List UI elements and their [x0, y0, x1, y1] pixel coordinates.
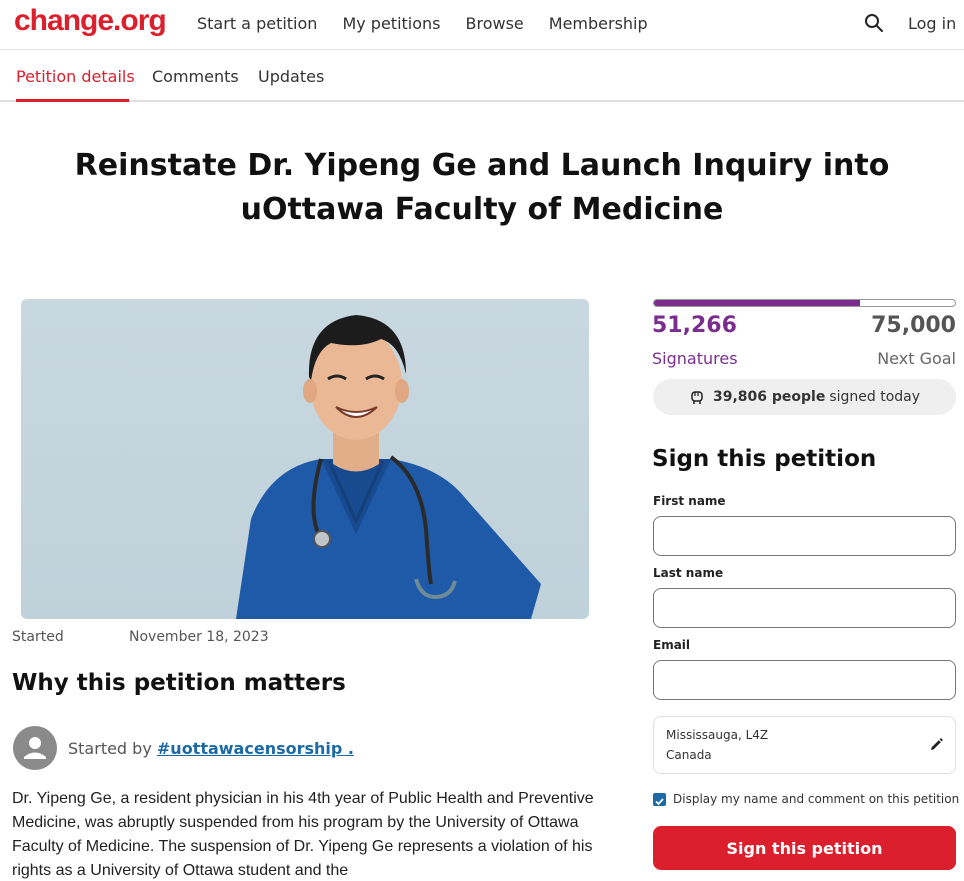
tab-comments[interactable]: Comments — [152, 67, 239, 86]
display-name-checkbox[interactable] — [653, 793, 666, 806]
tab-updates[interactable]: Updates — [258, 67, 324, 86]
petition-tabs: Petition details Comments Updates — [0, 51, 964, 102]
avatar — [13, 726, 57, 770]
tab-petition-details[interactable]: Petition details — [16, 67, 135, 86]
logo[interactable]: change.org — [14, 4, 167, 38]
signature-label: Signatures — [652, 349, 738, 368]
login-link[interactable]: Log in — [908, 14, 956, 33]
display-name-label: Display my name and comment on this peti… — [673, 792, 960, 806]
nav-browse[interactable]: Browse — [466, 14, 524, 33]
checkmark-icon — [655, 798, 664, 806]
location-box: Mississauga, L4Z Canada — [653, 716, 956, 774]
email-label: Email — [653, 638, 691, 652]
edit-pencil-icon[interactable] — [928, 737, 944, 753]
started-by-prefix: Started by — [68, 739, 152, 758]
petition-title: Reinstate Dr. Yipeng Ge and Launch Inqui… — [74, 148, 890, 227]
organizer-link[interactable]: #uottawacensorship . — [157, 739, 354, 758]
active-tab-indicator — [16, 99, 129, 102]
last-name-field[interactable] — [653, 588, 956, 628]
last-name-label: Last name — [653, 566, 724, 580]
started-date: November 18, 2023 — [129, 629, 269, 645]
location-city: Mississauga, L4Z — [666, 728, 769, 742]
signed-today-badge: 39,806 people signed today — [653, 379, 956, 415]
search-icon[interactable] — [864, 13, 884, 33]
signed-today-count: 39,806 people — [712, 389, 826, 405]
started-by: Started by #uottawacensorship . — [68, 739, 354, 758]
sign-heading: Sign this petition — [652, 446, 877, 472]
nav-my-petitions[interactable]: My petitions — [342, 14, 440, 33]
top-navbar: change.org Start a petition My petitions… — [0, 0, 964, 50]
goal-label: Next Goal — [877, 349, 956, 368]
first-name-field[interactable] — [653, 516, 956, 556]
why-heading: Why this petition matters — [12, 670, 346, 696]
signed-today-suffix: signed today — [829, 389, 921, 405]
location-country: Canada — [666, 748, 712, 762]
goal-count: 75,000 — [871, 313, 956, 338]
main-nav: Start a petition My petitions Browse Mem… — [197, 14, 673, 33]
started-label: Started — [12, 629, 64, 645]
email-field[interactable] — [653, 660, 956, 700]
petition-image — [21, 299, 589, 619]
sign-petition-button[interactable]: Sign this petition — [653, 826, 956, 870]
petition-body: Dr. Yipeng Ge, a resident physician in h… — [12, 790, 594, 879]
signature-count: 51,266 — [652, 313, 737, 338]
nav-start-petition[interactable]: Start a petition — [197, 14, 317, 33]
signature-progress-fill — [654, 300, 860, 306]
first-name-label: First name — [653, 494, 726, 508]
portrait-illustration — [236, 315, 541, 619]
user-icon — [24, 737, 46, 759]
nav-membership[interactable]: Membership — [549, 14, 648, 33]
signature-progress-bar — [653, 299, 956, 307]
raised-fist-icon — [691, 391, 703, 404]
